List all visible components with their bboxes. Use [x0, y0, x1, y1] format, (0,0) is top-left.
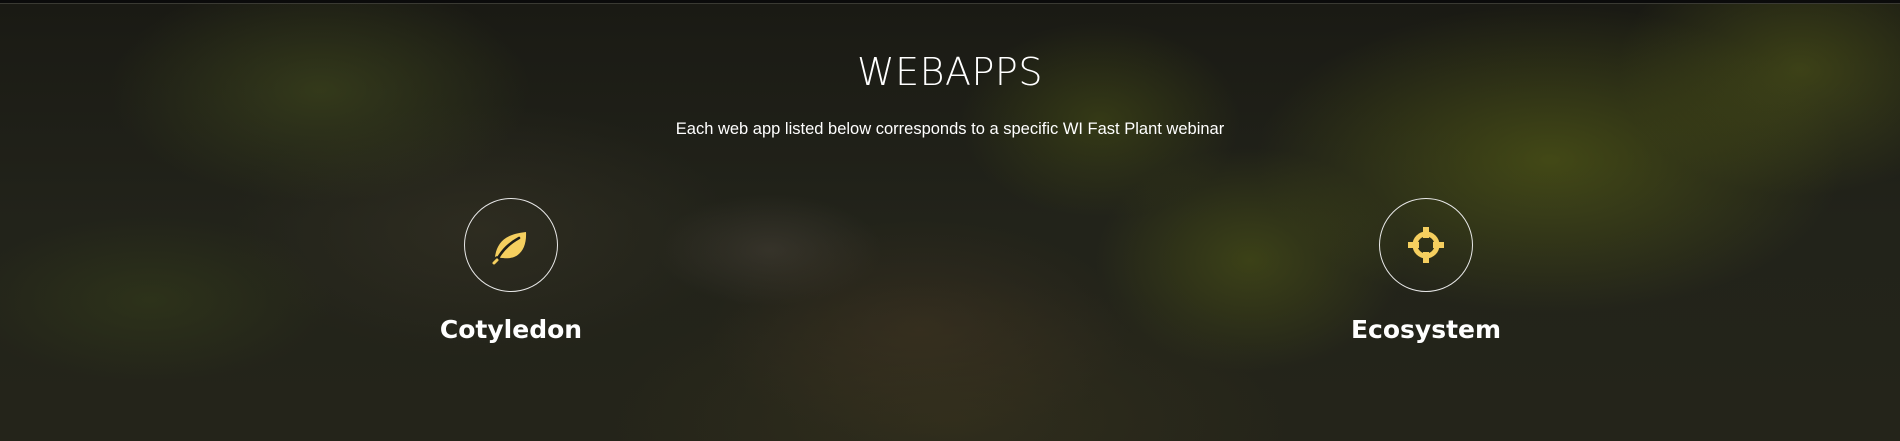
app-icon-circle[interactable]: [1379, 198, 1473, 292]
section-subtitle: Each web app listed below corresponds to…: [675, 120, 1225, 138]
webapps-section: WEBAPPS Each web app listed below corres…: [0, 0, 1900, 441]
top-divider: [0, 0, 1900, 4]
app-name-cotyledon[interactable]: Cotyledon: [391, 315, 631, 344]
app-icon-circle[interactable]: [464, 198, 558, 292]
leaf-icon: [492, 232, 527, 265]
app-name-ecosystem[interactable]: Ecosystem: [1306, 315, 1546, 344]
app-card-ecosystem[interactable]: Ecosystem: [1306, 198, 1546, 344]
crosshairs-icon: [1408, 227, 1444, 263]
section-title: WEBAPPS: [857, 50, 1043, 94]
app-card-cotyledon[interactable]: Cotyledon: [391, 198, 631, 344]
